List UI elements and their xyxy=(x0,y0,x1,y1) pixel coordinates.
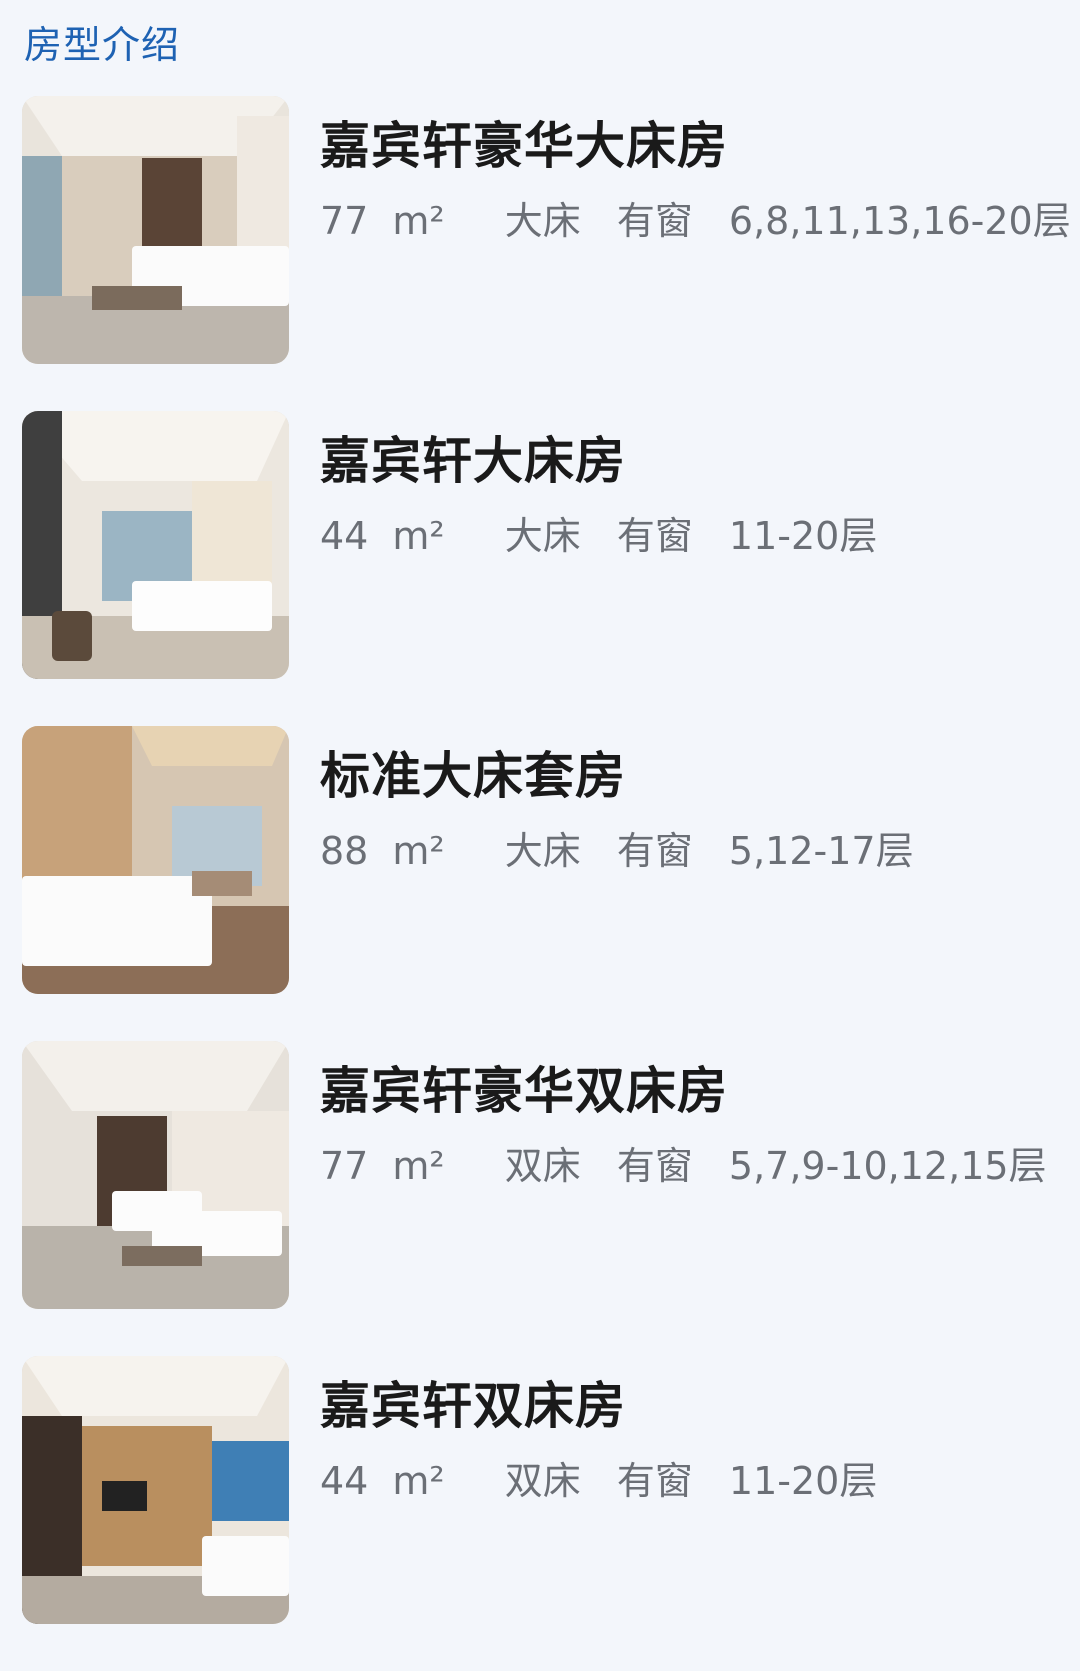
room-area: 44 m² xyxy=(320,514,469,558)
section-title: 房型介绍 xyxy=(24,23,181,67)
room-floors: 5,12-17层 xyxy=(728,829,914,873)
room-floors: 6,8,11,13,16-20层 xyxy=(728,199,1071,243)
room-area: 44 m² xyxy=(320,1459,469,1503)
room-photo[interactable] xyxy=(22,726,289,994)
room-name: 嘉宾轩豪华大床房 xyxy=(320,117,728,175)
room-floors: 5,7,9-10,12,15层 xyxy=(728,1144,1047,1188)
room-item-deluxe-king[interactable]: 嘉宾轩豪华大床房 77 m² 大床 有窗 6,8,11,13,16-20层 xyxy=(0,96,1080,364)
room-area-unit: m² xyxy=(392,1144,445,1188)
room-name: 嘉宾轩大床房 xyxy=(320,432,626,490)
room-window: 有窗 xyxy=(616,1144,693,1188)
room-area: 77 m² xyxy=(320,1144,469,1188)
room-area: 88 m² xyxy=(320,829,469,873)
room-name: 嘉宾轩双床房 xyxy=(320,1377,626,1435)
room-bed-type: 双床 xyxy=(504,1459,581,1503)
room-area-value: 44 xyxy=(320,514,369,558)
room-meta: 77 m² 大床 有窗 6,8,11,13,16-20层 xyxy=(320,190,1080,245)
room-window: 有窗 xyxy=(616,199,693,243)
room-bed-type: 双床 xyxy=(504,1144,581,1188)
room-window: 有窗 xyxy=(616,829,693,873)
room-area-value: 77 xyxy=(320,1144,369,1188)
room-photo[interactable] xyxy=(22,1041,289,1309)
room-photo[interactable] xyxy=(22,411,289,679)
room-photo[interactable] xyxy=(22,1356,289,1624)
room-floors: 11-20层 xyxy=(728,514,878,558)
room-bed-type: 大床 xyxy=(504,199,581,243)
room-meta: 44 m² 双床 有窗 11-20层 xyxy=(320,1450,901,1505)
room-area-unit: m² xyxy=(392,829,445,873)
room-item-twin[interactable]: 嘉宾轩双床房 44 m² 双床 有窗 11-20层 xyxy=(0,1356,1080,1624)
room-bed-type: 大床 xyxy=(504,514,581,558)
room-bed-type: 大床 xyxy=(504,829,581,873)
room-name: 标准大床套房 xyxy=(320,747,626,805)
room-window: 有窗 xyxy=(616,514,693,558)
room-area-value: 77 xyxy=(320,199,369,243)
room-area-unit: m² xyxy=(392,514,445,558)
room-area: 77 m² xyxy=(320,199,469,243)
room-area-unit: m² xyxy=(392,1459,445,1503)
room-list: 嘉宾轩豪华大床房 77 m² 大床 有窗 6,8,11,13,16-20层 嘉宾轩… xyxy=(0,96,1080,1671)
room-meta: 77 m² 双床 有窗 5,7,9-10,12,15层 xyxy=(320,1135,1071,1190)
room-item-king[interactable]: 嘉宾轩大床房 44 m² 大床 有窗 11-20层 xyxy=(0,411,1080,679)
hotel-room-photo-icon xyxy=(22,1041,289,1309)
room-name: 嘉宾轩豪华双床房 xyxy=(320,1062,728,1120)
room-floors: 11-20层 xyxy=(728,1459,878,1503)
room-area-unit: m² xyxy=(392,199,445,243)
room-item-standard-king-suite[interactable]: 标准大床套房 88 m² 大床 有窗 5,12-17层 xyxy=(0,726,1080,994)
room-meta: 88 m² 大床 有窗 5,12-17层 xyxy=(320,820,938,875)
hotel-room-photo-icon xyxy=(22,726,289,994)
room-area-value: 88 xyxy=(320,829,369,873)
room-item-deluxe-twin[interactable]: 嘉宾轩豪华双床房 77 m² 双床 有窗 5,7,9-10,12,15层 xyxy=(0,1041,1080,1309)
hotel-room-photo-icon xyxy=(22,411,289,679)
room-meta: 44 m² 大床 有窗 11-20层 xyxy=(320,505,901,560)
hotel-room-photo-icon xyxy=(22,1356,289,1624)
room-window: 有窗 xyxy=(616,1459,693,1503)
room-photo[interactable] xyxy=(22,96,289,364)
hotel-room-photo-icon xyxy=(22,96,289,364)
room-area-value: 44 xyxy=(320,1459,369,1503)
